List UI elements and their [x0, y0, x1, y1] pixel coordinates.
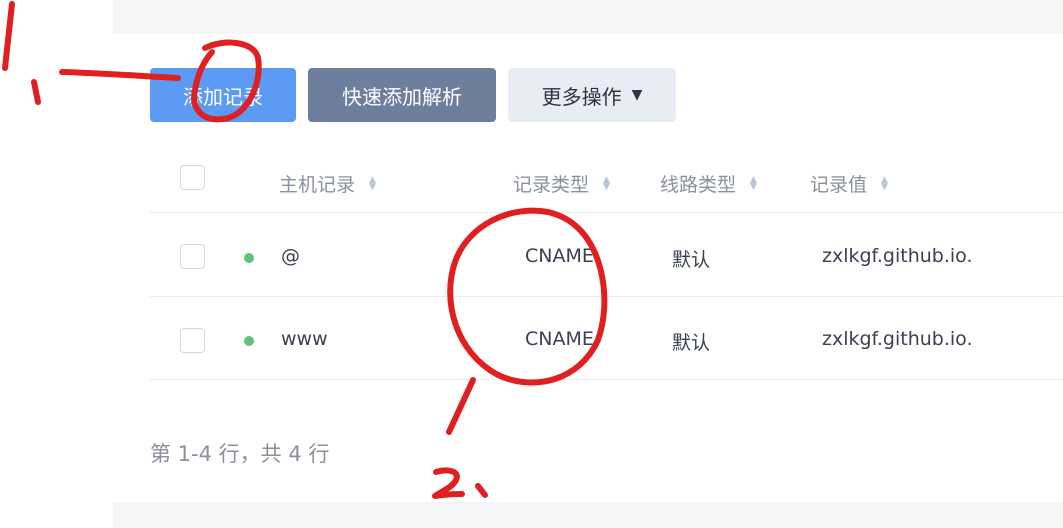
annotation-arrow-line: [59, 69, 181, 81]
annotation-mark-1: [2, 1, 15, 71]
red-annotation-overlay: [2, 1, 608, 499]
annotation-circle-cname: [447, 207, 608, 386]
annotation-comma: [31, 79, 41, 105]
annotation-pointer-line: [446, 377, 476, 435]
annotation-mark-2: [432, 467, 465, 499]
annotation-period: [475, 483, 488, 498]
annotation-loop-button: [191, 39, 262, 123]
